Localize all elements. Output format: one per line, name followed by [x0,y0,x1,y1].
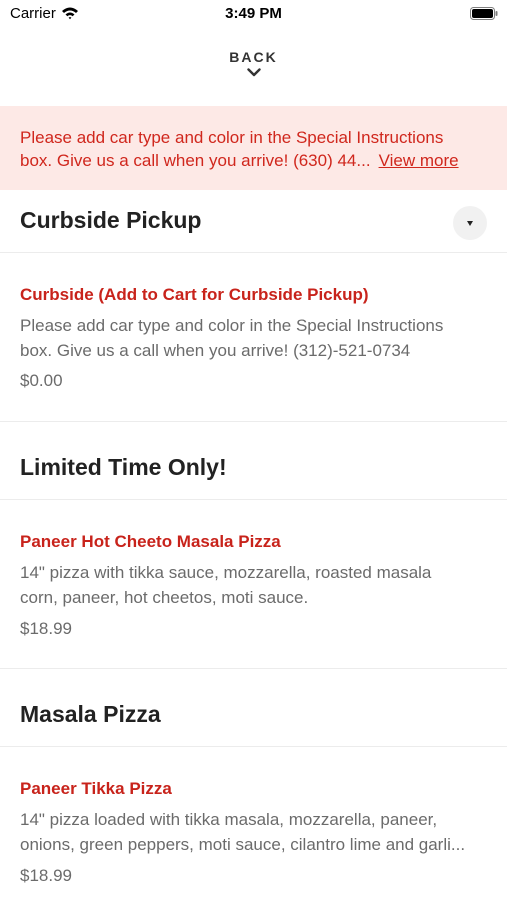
announcement-banner: Please add car type and color in the Spe… [0,106,507,190]
battery-icon [470,7,498,20]
item-name: Paneer Hot Cheeto Masala Pizza [20,532,281,551]
menu-item-curbside[interactable]: Curbside (Add to Cart for Curbside Picku… [0,253,507,422]
back-label: BACK [229,49,278,65]
section-header-curbside-pickup: Curbside Pickup [0,191,507,253]
status-bar: Carrier 3:49 PM [0,0,507,28]
back-button[interactable]: BACK [0,46,507,92]
chevron-down-icon [246,68,261,77]
item-price: $0.00 [20,371,63,390]
item-description: 14" pizza with tikka sauce, mozzarella, … [20,560,490,610]
description-line: 14" pizza loaded with tikka masala, mozz… [20,810,438,829]
item-description: 14" pizza loaded with tikka masala, mozz… [20,807,490,857]
section-header-limited-time-only: Limited Time Only! [0,438,507,500]
clock: 3:49 PM [225,5,282,22]
item-price: $18.99 [20,866,72,885]
description-line: 14" pizza with tikka sauce, mozzarella, … [20,563,432,582]
item-price: $18.99 [20,619,72,638]
item-name: Paneer Tikka Pizza [20,779,172,798]
section-title: Limited Time Only! [20,454,227,480]
item-description: Please add car type and color in the Spe… [20,313,490,363]
section-title: Curbside Pickup [20,207,202,233]
menu-item-paneer-tikka-pizza[interactable]: Paneer Tikka Pizza 14" pizza loaded with… [0,747,507,900]
description-line: corn, paneer, hot cheetos, moti sauce. [20,588,309,607]
section-toggle-button[interactable] [453,206,487,240]
item-name: Curbside (Add to Cart for Curbside Picku… [20,285,369,304]
section-title: Masala Pizza [20,701,161,727]
banner-line-text: box. Give us a call when you arrive! (63… [20,151,371,170]
view-more-link[interactable]: View more [379,151,459,170]
menu-item-paneer-hot-cheeto-masala-pizza[interactable]: Paneer Hot Cheeto Masala Pizza 14" pizza… [0,500,507,669]
description-line: Please add car type and color in the Spe… [20,316,444,335]
banner-message: Please add car type and color in the Spe… [20,126,487,172]
banner-line: Please add car type and color in the Spe… [20,128,444,147]
section-header-masala-pizza: Masala Pizza [0,685,507,747]
description-line: onions, green peppers, moti sauce, cilan… [20,835,466,854]
banner-line: box. Give us a call when you arrive! (63… [20,149,487,172]
caret-down-icon [467,221,473,226]
description-line: box. Give us a call when you arrive! (31… [20,341,411,360]
